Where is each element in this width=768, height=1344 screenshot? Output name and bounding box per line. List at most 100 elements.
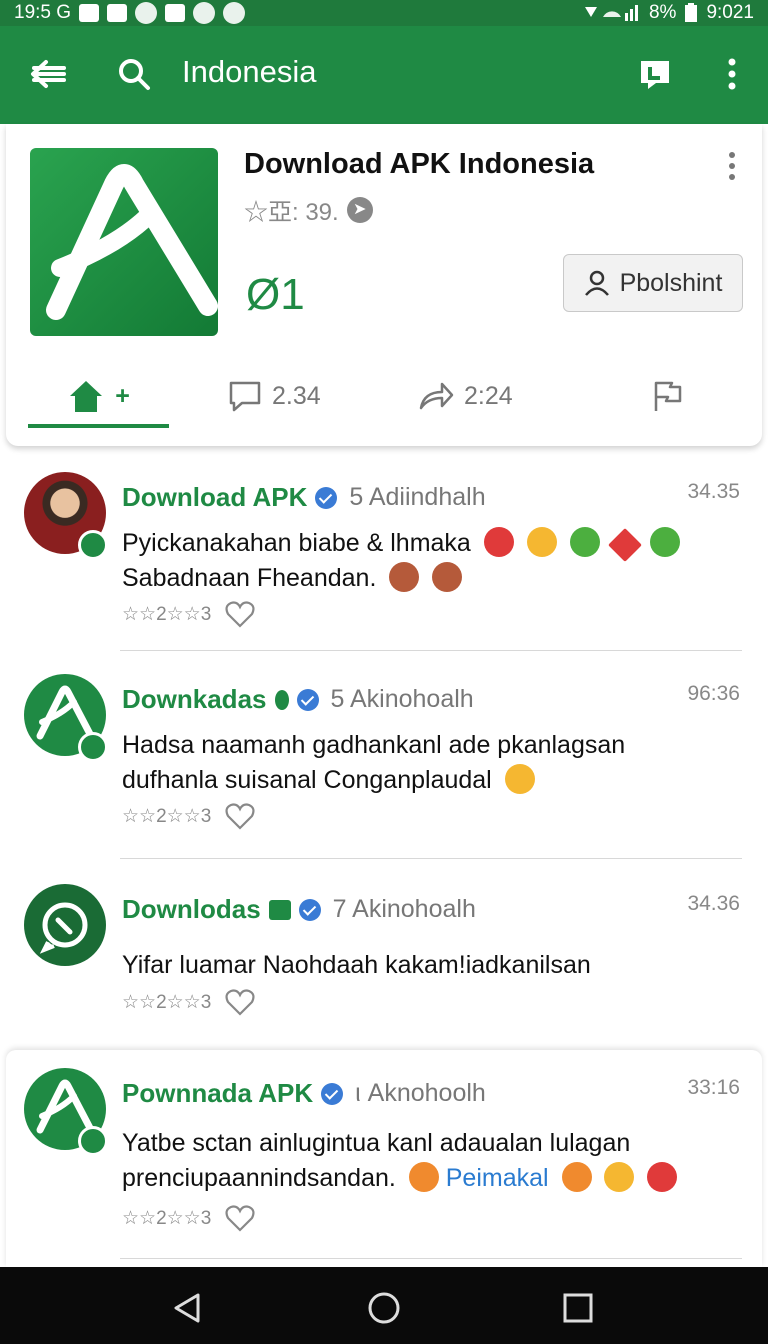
heart-icon[interactable]	[225, 1204, 255, 1232]
post-text-line1: Pyickanakahan biabe & lhmaka	[122, 529, 471, 557]
tab-home[interactable]: +	[28, 364, 169, 428]
tab-shares-count: 2:24	[464, 381, 513, 410]
tab-comments[interactable]: 2.34	[228, 364, 321, 428]
avatar[interactable]	[24, 884, 106, 966]
post-reactions: ☆☆2☆☆3	[122, 1204, 255, 1232]
face-emoji-icon	[483, 527, 514, 557]
reaction-stars: ☆☆2☆☆3	[122, 1207, 212, 1229]
post-body: Yatbe sctan ainlugintua kanl adaualan lu…	[122, 1126, 722, 1196]
star-burst-emoji-icon	[607, 528, 642, 562]
status-clock: 9:021	[706, 2, 754, 23]
share-icon	[419, 382, 454, 410]
home-button-icon[interactable]	[367, 1291, 401, 1325]
post-reactions: ☆☆2☆☆3	[122, 600, 255, 628]
heart-icon[interactable]	[225, 802, 255, 830]
system-nav-bar	[0, 1267, 768, 1344]
post-author-name: Download APK	[122, 482, 308, 512]
overflow-menu-icon[interactable]	[720, 56, 744, 92]
feed-post[interactable]: Downlodas 7 Akinohoalh 34.36 Yifar luama…	[0, 884, 768, 1042]
avatar-badge	[78, 732, 108, 762]
post-text-line2: prenciupaannindsandan.	[122, 1164, 396, 1192]
post-body: Yifar luamar Naohdaah kakam!iadkanilsan	[122, 948, 722, 983]
post-author[interactable]: Pownnada APK ι Aknohoolh	[122, 1078, 486, 1109]
post-meta: 5 Akinohoalh	[330, 685, 474, 713]
verified-icon	[296, 688, 319, 711]
app-count: Ø1	[246, 270, 305, 319]
play-icon	[165, 4, 186, 22]
feed-post[interactable]: Downkadas 5 Akinohoalh 96:36 Hadsa naama…	[0, 674, 768, 860]
post-meta: 7 Akinohoalh	[332, 895, 476, 923]
search-query-title[interactable]: Indonesia	[182, 54, 316, 90]
recents-icon[interactable]	[561, 1291, 595, 1325]
app-logo[interactable]	[30, 148, 218, 336]
heart-icon[interactable]	[225, 600, 255, 628]
feed-post[interactable]: Download APK 5 Adiindhalh 34.35 Pyickana…	[0, 472, 768, 652]
divider	[120, 650, 742, 651]
user-icon	[584, 270, 609, 296]
post-time: 96:36	[687, 682, 740, 705]
cake-emoji-icon	[389, 562, 420, 592]
publish-button-label: Pbolshint	[619, 268, 723, 297]
post-author[interactable]: Downkadas 5 Akinohoalh	[122, 684, 474, 715]
avatar-badge	[78, 1126, 108, 1156]
verified-icon	[315, 486, 338, 509]
post-time: 34.36	[687, 892, 740, 915]
reaction-stars: ☆☆2☆☆3	[122, 603, 212, 625]
reaction-stars: ☆☆2☆☆3	[122, 991, 212, 1013]
search-icon[interactable]	[116, 56, 152, 92]
post-meta: ι Aknohoolh	[355, 1079, 486, 1107]
tab-flag[interactable]	[650, 364, 684, 428]
grin-emoji-icon	[604, 1162, 635, 1192]
home-icon	[70, 381, 103, 412]
post-body: Pyickanakahan biabe & lhmaka Sabadnaan F…	[122, 526, 722, 596]
post-time: 34.35	[687, 480, 740, 503]
green-face-emoji-icon	[649, 527, 680, 557]
phone-chat-icon	[39, 902, 88, 954]
tab-comments-count: 2.34	[272, 381, 321, 410]
post-author[interactable]: Downlodas 7 Akinohoalh	[122, 894, 476, 925]
status-bar: 19:5 G 8% 9:021	[0, 0, 768, 26]
post-body: Hadsa naamanh gadhankanl ade pkanlagsan …	[122, 728, 722, 798]
reaction-stars: ☆☆2☆☆3	[122, 805, 212, 827]
mail-icon	[79, 4, 100, 22]
avatar[interactable]	[24, 1068, 108, 1156]
avatar-badge	[78, 530, 108, 560]
diamond-icon	[274, 689, 289, 710]
back-arrow-icon[interactable]	[28, 56, 68, 92]
battery-icon	[685, 3, 698, 22]
post-text-line1: Yatbe sctan ainlugintua kanl adaualan lu…	[122, 1129, 631, 1157]
active-tab-indicator	[28, 424, 169, 428]
green-face-emoji-icon	[569, 527, 600, 557]
app-header-card: Download APK Indonesia ☆亞: 39. ➤ Ø1 Pbol…	[6, 124, 762, 446]
info-icon[interactable]: ➤	[346, 196, 373, 223]
avatar[interactable]	[24, 472, 108, 560]
status-left-text: 19:5 G	[14, 2, 72, 23]
publish-button[interactable]: Pbolshint	[563, 254, 743, 312]
tab-shares[interactable]: 2:24	[418, 364, 513, 428]
post-link[interactable]: Peimakal	[446, 1164, 549, 1192]
sync-icon	[223, 2, 246, 24]
heart-icon[interactable]	[225, 988, 255, 1016]
post-author-name: Pownnada APK	[122, 1078, 314, 1108]
feed-post[interactable]: Pownnada APK ι Aknohoolh 33:16 Yatbe sct…	[6, 1050, 762, 1267]
post-text-line1: Yifar luamar Naohdaah kakam!iadkanilsan	[122, 951, 591, 979]
back-icon[interactable]	[170, 1291, 204, 1325]
post-author[interactable]: Download APK 5 Adiindhalh	[122, 482, 486, 513]
rating-text: ☆亞: 39.	[244, 199, 339, 226]
tag-icon[interactable]	[638, 58, 672, 92]
avatar[interactable]	[24, 674, 108, 762]
smile-emoji-icon	[526, 527, 557, 557]
laughing-emoji-icon	[561, 1162, 592, 1192]
post-text-line2: Sabadnaan Fheandan.	[122, 564, 377, 592]
angry-emoji-icon	[647, 1162, 678, 1192]
apk-logo-icon	[46, 164, 218, 320]
comment-icon	[229, 381, 261, 412]
flag-icon	[654, 381, 682, 411]
post-reactions: ☆☆2☆☆3	[122, 802, 255, 830]
post-text-line1: Hadsa naamanh gadhankanl ade pkanlagsan	[122, 731, 626, 759]
post-reactions: ☆☆2☆☆3	[122, 988, 255, 1016]
app-rating: ☆亞: 39. ➤	[244, 192, 373, 227]
verified-icon	[321, 1082, 344, 1105]
post-author-name: Downlodas	[122, 894, 261, 924]
overflow-menu-icon[interactable]	[722, 150, 742, 182]
